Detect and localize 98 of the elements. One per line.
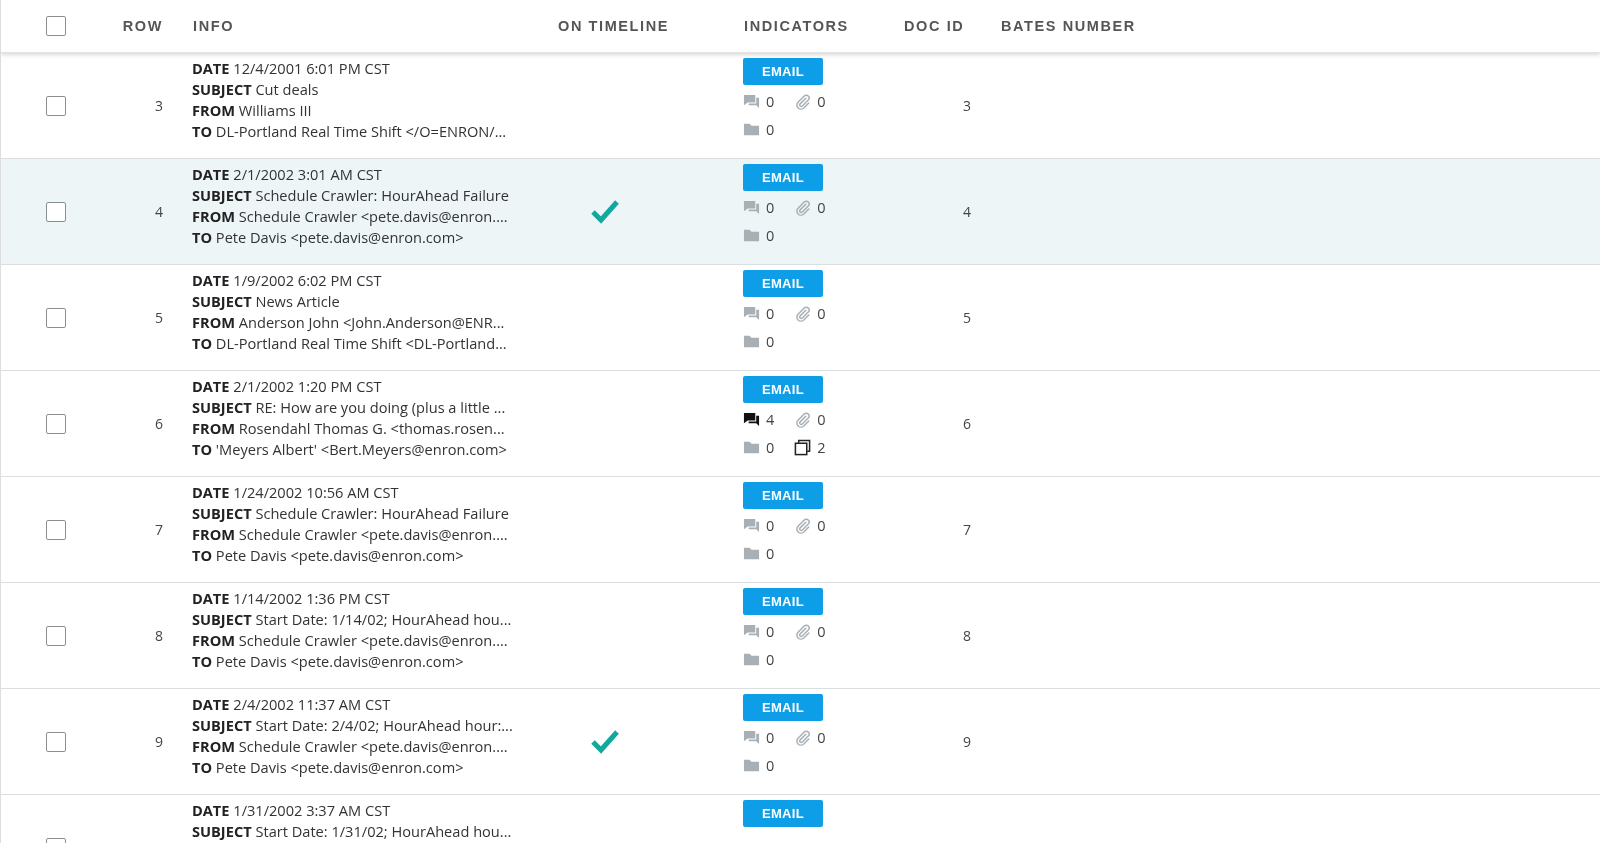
chat-bubble-icon[interactable]	[743, 410, 760, 428]
row-checkbox[interactable]	[46, 625, 66, 646]
doc-id: 7	[963, 520, 972, 539]
info-line: DATE 12/4/2001 6:01 PM CST	[192, 58, 391, 79]
type-badge: EMAIL	[743, 482, 823, 509]
comment-count: 0	[766, 515, 775, 535]
column-header[interactable]: ON TIMELINE	[547, 18, 743, 34]
info-line: DATE 2/1/2002 1:20 PM CST	[192, 376, 383, 397]
paperclip-icon[interactable]	[794, 198, 812, 216]
info-line: SUBJECT News Article	[192, 290, 341, 312]
folder-count: 0	[766, 543, 775, 563]
row-checkbox[interactable]	[46, 413, 66, 434]
row-checkbox[interactable]	[46, 307, 66, 328]
column-header[interactable]: BATES NUMBER	[1001, 18, 1600, 34]
type-badge: EMAIL	[743, 376, 823, 403]
doc-id: 8	[963, 626, 972, 645]
info-line: FROM Schedule Crawler <pete.davis@enron....	[192, 735, 509, 757]
row-number: 7	[155, 520, 164, 539]
doc-id: 4	[963, 202, 972, 221]
folder-count: 0	[766, 331, 775, 351]
folder-count: 0	[766, 649, 775, 669]
paperclip-icon[interactable]	[794, 728, 812, 746]
copies-count: 2	[817, 437, 826, 457]
type-badge: EMAIL	[743, 164, 823, 191]
row-number: 3	[155, 96, 164, 115]
attachment-count: 0	[817, 91, 826, 111]
info-line: SUBJECT Start Date: 2/4/02; HourAhead hour:...	[192, 714, 514, 736]
type-badge: EMAIL	[743, 588, 823, 615]
type-badge: EMAIL	[743, 58, 823, 85]
comment-count: 0	[766, 91, 775, 111]
row-number: 5	[155, 308, 164, 327]
comment-count: 0	[766, 727, 775, 747]
copies-icon[interactable]	[794, 438, 812, 456]
info-line: FROM Rosendahl Thomas G. <thomas.rosen...	[192, 417, 506, 439]
folder-count: 0	[766, 119, 775, 139]
paperclip-icon[interactable]	[794, 622, 812, 640]
info-line: SUBJECT Cut deals	[192, 78, 320, 100]
comment-count: 0	[766, 197, 775, 217]
row-number: 9	[155, 732, 164, 751]
doc-id: 3	[963, 96, 972, 115]
column-header[interactable]: DOC ID	[903, 18, 1001, 34]
comment-count: 0	[766, 621, 775, 641]
info-line: DATE 1/14/2002 1:36 PM CST	[192, 588, 391, 609]
comment-count: 4	[766, 409, 775, 429]
info-line: FROM Schedule Crawler <pete.davis@enron....	[192, 205, 509, 227]
attachment-count: 0	[817, 303, 826, 323]
comment-count: 0	[766, 303, 775, 323]
doc-id: 6	[963, 414, 972, 433]
paperclip-icon[interactable]	[794, 304, 812, 322]
info-line: DATE 1/9/2002 6:02 PM CST	[192, 270, 383, 291]
info-line: SUBJECT Schedule Crawler: HourAhead Failure	[192, 502, 510, 524]
info-line: SUBJECT Schedule Crawler: HourAhead Failure	[192, 184, 510, 206]
folder-count: 0	[766, 225, 775, 245]
row-checkbox[interactable]	[46, 201, 66, 222]
attachment-count: 0	[817, 197, 826, 217]
select-all-checkbox[interactable]	[46, 16, 66, 36]
doc-id: 9	[963, 732, 972, 751]
paperclip-icon[interactable]	[794, 410, 812, 428]
column-header[interactable]: ROW	[122, 18, 167, 34]
info-line: FROM Anderson John <John.Anderson@ENR...	[192, 311, 506, 333]
info-line: FROM Williams III	[192, 99, 313, 121]
row-number: 8	[155, 626, 164, 645]
info-line: TO DL-Portland Real Time Shift <DL-Portland...	[192, 332, 508, 354]
info-line: TO 'Meyers Albert' <Bert.Meyers@enron.com>	[192, 438, 508, 460]
row-number: 6	[155, 414, 164, 433]
info-line: TO Pete Davis <pete.davis@enron.com>	[192, 544, 465, 566]
row-checkbox[interactable]	[46, 519, 66, 540]
info-line: TO Pete Davis <pete.davis@enron.com>	[192, 650, 465, 672]
column-header[interactable]: INFO	[167, 18, 547, 34]
info-line: FROM Schedule Crawler <pete.davis@enron....	[192, 629, 509, 651]
info-line: DATE 2/1/2002 3:01 AM CST	[192, 164, 383, 185]
info-line: TO Pete Davis <pete.davis@enron.com>	[192, 756, 465, 778]
type-badge: EMAIL	[743, 694, 823, 721]
folder-count: 0	[766, 755, 775, 775]
info-line: TO DL-Portland Real Time Shift </O=ENRON/...	[192, 120, 508, 142]
info-line: FROM Schedule Crawler <pete.davis@enron....	[192, 523, 509, 545]
row-checkbox[interactable]	[46, 731, 66, 752]
info-line: DATE 1/24/2002 10:56 AM CST	[192, 482, 400, 503]
info-line: SUBJECT Start Date: 1/14/02; HourAhead hou...	[192, 608, 513, 630]
paperclip-icon[interactable]	[794, 516, 812, 534]
info-line: SUBJECT Start Date: 1/31/02; HourAhead hou...	[192, 820, 513, 842]
attachment-count: 0	[817, 621, 826, 641]
attachment-count: 0	[817, 727, 826, 747]
info-line: TO Pete Davis <pete.davis@enron.com>	[192, 226, 465, 248]
info-line: SUBJECT RE: How are you doing (plus a little ...	[192, 396, 507, 418]
row-number: 4	[155, 202, 164, 221]
column-header[interactable]: INDICATORS	[743, 18, 903, 34]
row-checkbox[interactable]	[46, 95, 66, 116]
info-line: DATE 1/31/2002 3:37 AM CST	[192, 800, 392, 821]
type-badge: EMAIL	[743, 800, 823, 827]
doc-id: 5	[963, 308, 972, 327]
attachment-count: 0	[817, 409, 826, 429]
table-row[interactable]: 4 DATE 2/1/2002 3:01 AM CST SUBJECT Schedule Crawler: HourAhead Failure FROM Schedule Crawler <pete.davis@enron.... TO Pete Davis <pete.davis@enron.com> EMAIL 0 0 0 4	[1, 159, 1600, 265]
type-badge: EMAIL	[743, 270, 823, 297]
attachment-count: 0	[817, 515, 826, 535]
paperclip-icon[interactable]	[794, 92, 812, 110]
info-line: DATE 2/4/2002 11:37 AM CST	[192, 694, 392, 715]
folder-count: 0	[766, 437, 775, 457]
